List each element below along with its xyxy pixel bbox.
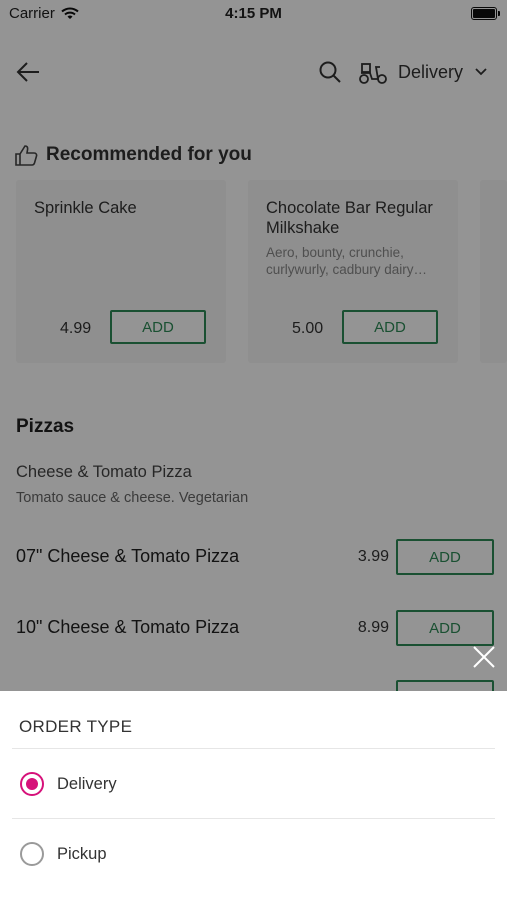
close-icon[interactable] (472, 645, 496, 669)
radio-selected[interactable] (20, 772, 44, 796)
option-pickup[interactable]: Pickup (20, 834, 480, 874)
option-delivery[interactable]: Delivery (20, 764, 480, 804)
option-label: Delivery (57, 774, 117, 793)
radio-unselected[interactable] (20, 842, 44, 866)
divider (12, 748, 495, 749)
dim-overlay[interactable] (0, 0, 507, 691)
divider (12, 818, 495, 819)
order-type-sheet: ORDER TYPE Delivery Pickup (0, 691, 507, 900)
option-label: Pickup (57, 844, 107, 863)
sheet-title: ORDER TYPE (19, 717, 133, 736)
menu-page: Carrier 4:15 PM Delivery Recommended for… (0, 0, 507, 900)
